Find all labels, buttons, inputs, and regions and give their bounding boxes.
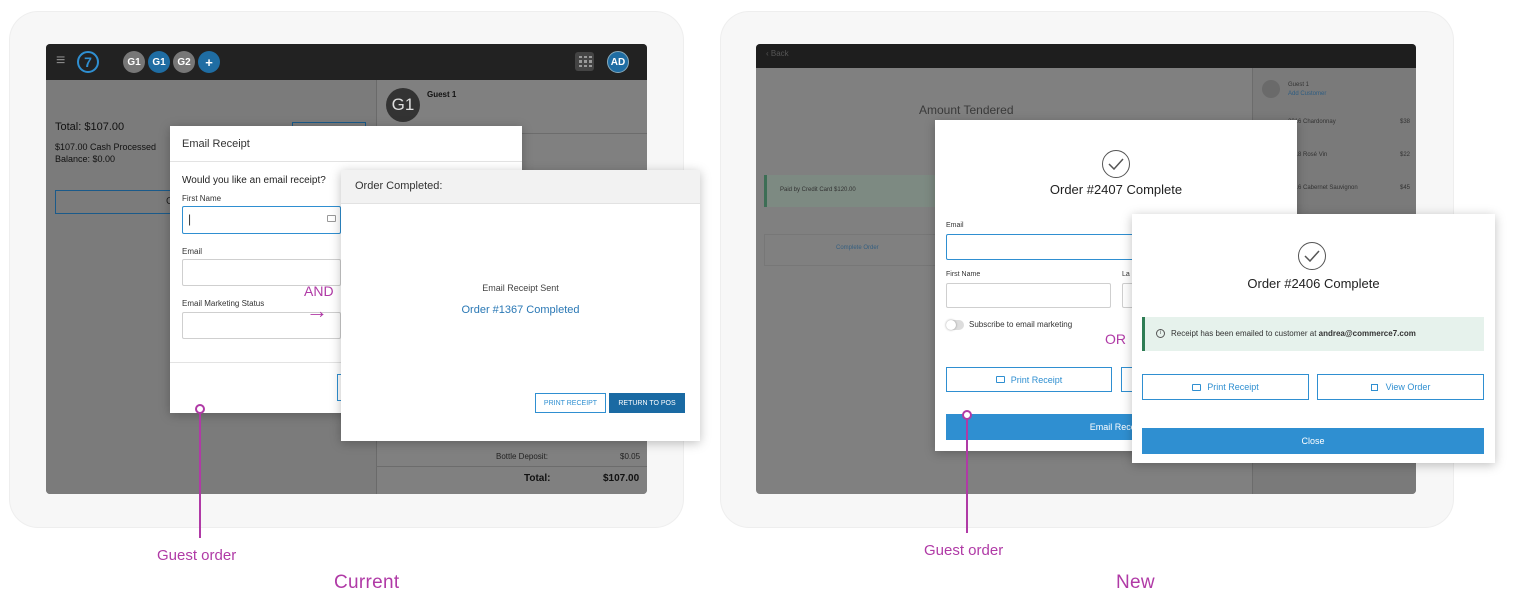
return-to-pos-button[interactable]: RETURN TO POS [609, 393, 685, 413]
cart-item-1-price: $38 [1400, 119, 1411, 125]
processed-text: $107.00 Cash Processed [55, 142, 157, 152]
cart-item-3-price: $45 [1400, 185, 1411, 191]
order-2406-dialog: Order #2406 Complete i Receipt has been … [1132, 214, 1495, 463]
first-name-label-new: First Name [946, 271, 981, 278]
print-receipt-button-a[interactable]: Print Receipt [946, 367, 1112, 392]
dialog-divider [170, 161, 522, 162]
last-name-label-new: La [1122, 271, 1130, 278]
cart-item-3-name: 2016 Cabernet Sauvignon [1288, 185, 1358, 191]
total-text: Total: $107.00 [55, 121, 125, 133]
toggle-knob [946, 320, 956, 330]
order-total-value: $107.00 [603, 473, 640, 484]
guest-tab-g1-active[interactable]: G1 [148, 51, 170, 73]
add-customer-link[interactable]: Add Customer [1288, 91, 1326, 97]
notice-prefix: Receipt has been emailed to customer at [1171, 329, 1319, 338]
logo-icon: 7 [77, 51, 99, 73]
print-receipt-button[interactable]: PRINT RECEIPT [535, 393, 606, 413]
apps-grid-icon[interactable] [575, 52, 594, 71]
complete-order-text: Complete Order [836, 245, 879, 251]
order-2406-title: Order #2406 Complete [1247, 276, 1380, 291]
order-completed-dialog: Order Completed: Email Receipt Sent Orde… [341, 170, 700, 441]
printer-icon [995, 376, 1005, 383]
contact-card-icon[interactable] [327, 215, 336, 222]
close-label: Close [1301, 436, 1325, 446]
or-label: OR [1105, 331, 1126, 347]
logo-text: 7 [84, 54, 92, 70]
close-button[interactable]: Close [1142, 428, 1484, 454]
first-name-label: First Name [182, 194, 222, 203]
guest-tab-g2[interactable]: G2 [173, 51, 195, 73]
email-question: Would you like an email receipt? [182, 175, 326, 186]
guest-order-caption: Guest order [157, 547, 237, 564]
checkmark-icon [1304, 250, 1320, 262]
order-2407-title: Order #2407 Complete [1049, 182, 1183, 197]
guest-tab-label: G2 [177, 56, 191, 68]
guest-order-pointer-line-new [966, 419, 968, 533]
guest-divider-bottom [376, 466, 647, 467]
order-total-label: Total: [524, 473, 551, 484]
and-label: AND [304, 283, 334, 299]
checkmark-icon [1108, 158, 1124, 170]
guest-avatar-new [1262, 80, 1280, 98]
email-label-new: Email [946, 222, 964, 229]
printer-icon [1192, 383, 1202, 391]
email-input[interactable] [182, 259, 341, 286]
first-name-input-new[interactable] [946, 283, 1111, 308]
cart-item-2-price: $22 [1400, 152, 1411, 158]
first-name-input[interactable] [182, 206, 341, 234]
external-link-icon [1370, 383, 1378, 391]
completed-title: Order Completed: [355, 180, 443, 192]
guest-order-caption-new: Guest order [924, 542, 1004, 559]
add-guest-label: + [205, 54, 213, 70]
guest-avatar: G1 [386, 88, 420, 122]
info-icon: i [1156, 329, 1165, 338]
arrow-right-icon: → [306, 298, 328, 323]
guest-tab-label: G1 [127, 56, 141, 68]
guest-order-pointer-dot-new [962, 410, 972, 420]
new-caption: New [1116, 572, 1155, 593]
guest-name-new: Guest 1 [1288, 82, 1310, 88]
print-receipt-label-a: Print Receipt [1010, 374, 1063, 385]
email-dialog-title: Email Receipt [182, 138, 250, 150]
receipt-sent-text: Email Receipt Sent [482, 283, 559, 293]
receipt-notice-text: Receipt has been emailed to customer at … [1171, 329, 1416, 338]
notice-email: andrea@commerce7.com [1318, 329, 1416, 338]
current-caption: Current [334, 572, 400, 593]
menu-icon[interactable]: ≡ [56, 52, 65, 70]
print-receipt-button-b[interactable]: Print Receipt [1142, 374, 1309, 400]
guest-name: Guest 1 [427, 90, 457, 99]
balance-text: Balance: $0.00 [55, 154, 116, 164]
print-receipt-label-b: Print Receipt [1207, 382, 1259, 392]
text-cursor: | [188, 212, 192, 226]
payment-row-text: Paid by Credit Card $120.00 [780, 187, 856, 193]
guest-avatar-text: G1 [391, 95, 415, 114]
user-avatar[interactable]: AD [607, 51, 629, 73]
back-link[interactable]: ‹ Back [766, 49, 789, 58]
amount-tendered-heading: Amount Tendered [919, 103, 1014, 117]
view-order-label: View Order [1385, 382, 1431, 392]
bottle-deposit-label: Bottle Deposit: [496, 452, 549, 461]
hidden-button-outline[interactable] [55, 190, 175, 214]
marketing-status-label: Email Marketing Status [182, 299, 265, 308]
guest-order-pointer-line [199, 410, 201, 538]
guest-tab-label: G1 [152, 56, 166, 68]
guest-order-pointer-dot [195, 404, 205, 414]
subscribe-label: Subscribe to email marketing [969, 320, 1073, 329]
order-completed-text: Order #1367 Completed [461, 304, 580, 316]
add-guest-button[interactable]: + [198, 51, 220, 73]
view-order-button[interactable]: View Order [1317, 374, 1484, 400]
new-topbar [756, 44, 1416, 68]
email-label: Email [182, 247, 203, 256]
user-initials: AD [610, 56, 626, 68]
guest-tab-g1[interactable]: G1 [123, 51, 145, 73]
bottle-deposit-value: $0.05 [620, 452, 641, 461]
